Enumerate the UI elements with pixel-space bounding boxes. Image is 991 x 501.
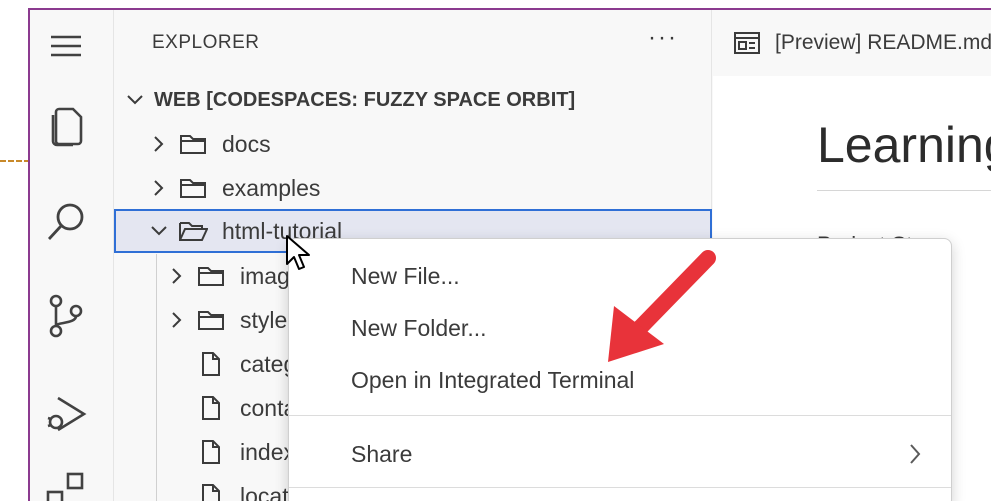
tree-item-docs[interactable]: docs xyxy=(114,122,712,166)
tree-item-label: docs xyxy=(222,130,271,157)
tab-bar: [Preview] README.md xyxy=(713,10,991,76)
chevron-down-icon xyxy=(124,89,146,111)
run-debug-icon[interactable] xyxy=(42,390,90,438)
activity-bar xyxy=(30,10,114,501)
file-icon xyxy=(196,439,226,465)
workspace-label: WEB [CODESPACES: FUZZY SPACE ORBIT] xyxy=(154,88,576,111)
tree-item-examples[interactable]: examples xyxy=(114,166,712,210)
menu-item-share[interactable]: Share xyxy=(289,429,951,479)
folder-icon xyxy=(196,263,226,289)
preview-icon xyxy=(733,31,761,55)
annotation-arrow xyxy=(608,250,716,362)
folder-icon xyxy=(178,175,208,201)
chevron-right-icon xyxy=(909,443,921,471)
annotation-dashed-line xyxy=(0,160,30,162)
tab-readme-preview[interactable]: [Preview] README.md xyxy=(713,10,991,76)
menu-item-label: Share xyxy=(351,440,413,467)
mouse-cursor-icon xyxy=(286,235,310,270)
file-icon xyxy=(196,395,226,421)
menu-separator xyxy=(289,415,951,416)
chevron-right-icon xyxy=(148,177,170,199)
workspace-root[interactable]: WEB [CODESPACES: FUZZY SPACE ORBIT] xyxy=(114,78,712,122)
vscode-window: EXPLORER ··· WEB [CODESPACES: FUZZY SPAC… xyxy=(28,8,991,501)
file-icon xyxy=(196,351,226,377)
markdown-heading: Learning xyxy=(817,117,991,173)
folder-icon xyxy=(196,307,226,333)
chevron-right-icon xyxy=(166,265,188,287)
tab-label: [Preview] README.md xyxy=(775,31,991,54)
more-actions-button[interactable]: ··· xyxy=(648,24,678,52)
folder-open-icon xyxy=(178,218,208,244)
search-icon[interactable] xyxy=(42,198,90,246)
explorer-title: EXPLORER xyxy=(152,32,260,53)
file-icon xyxy=(196,483,226,501)
chevron-right-icon xyxy=(148,133,170,155)
tree-item-label: examples xyxy=(222,174,321,201)
chevron-down-icon xyxy=(148,220,170,242)
explorer-icon[interactable] xyxy=(42,100,90,148)
source-control-icon[interactable] xyxy=(42,292,90,340)
menu-icon[interactable] xyxy=(42,22,90,70)
extensions-icon[interactable] xyxy=(42,468,90,501)
chevron-right-icon xyxy=(166,309,188,331)
folder-icon xyxy=(178,131,208,157)
heading-divider xyxy=(817,190,991,191)
menu-separator xyxy=(289,487,951,488)
